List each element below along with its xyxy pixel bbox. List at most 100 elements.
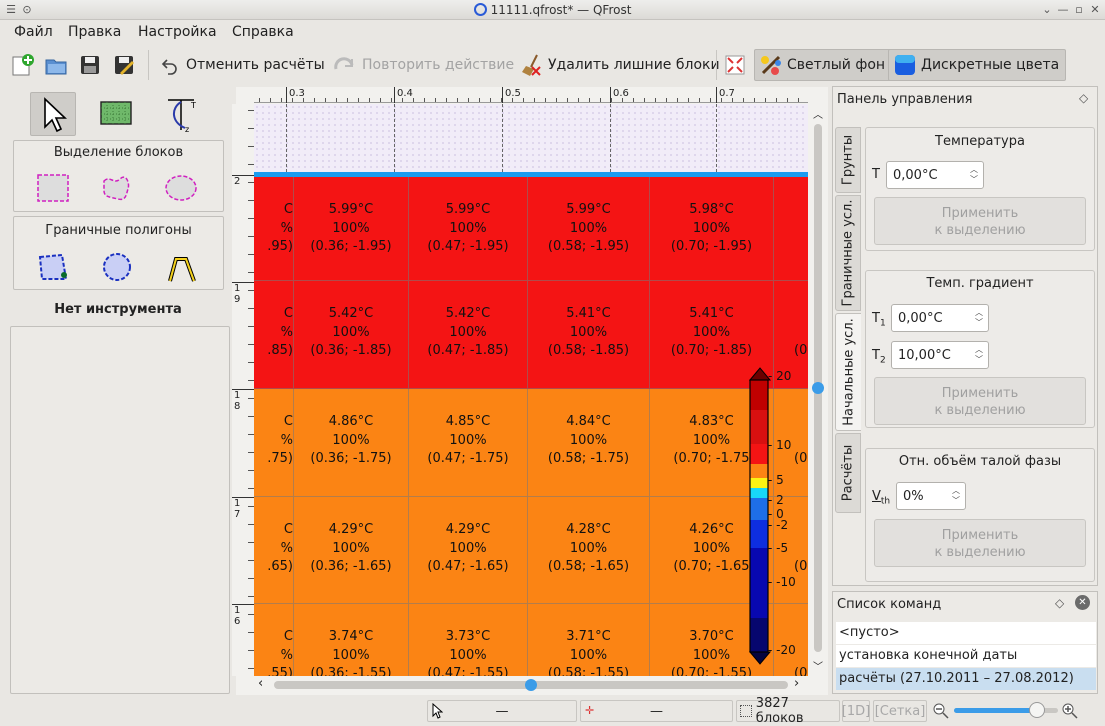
grid-block[interactable]: 5.42°C 100% (0.36; -1.85)	[294, 281, 409, 389]
scroll-up-icon[interactable]: ︿	[813, 106, 823, 121]
grid-block[interactable]: 4.28°C 100% (0.58; -1.65)	[528, 497, 650, 604]
gradient-apply-button[interactable]: Применить к выделению	[874, 377, 1086, 425]
grid-block[interactable]: C% .95)	[254, 177, 294, 281]
grid-block[interactable]: 4.29°C 100% (0.36; -1.65)	[294, 497, 409, 604]
grid-block[interactable]: 5.99°C 100% (0.58; -1.95)	[528, 177, 650, 281]
pointer-tool-button[interactable]	[30, 92, 76, 136]
menu-file[interactable]: Файл	[14, 24, 53, 40]
ruler-minor-tick	[325, 98, 326, 102]
curve-plot-tool-button[interactable]: Tz	[158, 92, 204, 136]
block-temperature: C	[283, 306, 293, 321]
t1-label-sub: 1	[879, 318, 886, 329]
zoom-out-icon[interactable]	[932, 702, 950, 720]
shade-icon[interactable]: ⌄	[1040, 3, 1054, 16]
ruler-minor-tick	[699, 98, 700, 102]
redo-button[interactable]: Повторить действие	[332, 49, 514, 81]
close-icon[interactable]: ✕	[1075, 595, 1090, 610]
open-file-button[interactable]	[44, 49, 70, 81]
grid-block[interactable]: 4.85°C 100% (0.47; -1.75)	[409, 389, 528, 497]
scroll-left-icon[interactable]: ‹	[258, 676, 263, 691]
fit-view-button[interactable]	[724, 49, 748, 81]
lasso-select-icon[interactable]	[100, 173, 134, 205]
grid-block[interactable]: C% .85)	[254, 281, 294, 389]
save-button[interactable]	[78, 49, 104, 81]
grid-block[interactable]: C% .55)	[254, 604, 294, 676]
thaw-volume-spinbox[interactable]: 0% ︿ ﹀	[896, 482, 966, 510]
grid-block[interactable]: 5.99°C 100% (0.47; -1.95)	[409, 177, 528, 281]
save-as-button[interactable]	[112, 49, 138, 81]
ruler-minor-tick	[743, 98, 744, 102]
polyline-tool-icon[interactable]	[164, 251, 198, 283]
vertical-scroll-handle[interactable]	[812, 382, 824, 394]
tab-calculations-label: Расчёты	[840, 444, 856, 502]
grid-block[interactable]: 5.42°C 100% (0.47; -1.85)	[409, 281, 528, 389]
light-background-toggle[interactable]: Светлый фон	[754, 49, 893, 81]
grid-block[interactable]: 3.74°C 100% (0.36; -1.55)	[294, 604, 409, 676]
grid-block[interactable]: 4.86°C 100% (0.36; -1.75)	[294, 389, 409, 497]
horizontal-scroll-handle[interactable]	[525, 679, 537, 691]
block-coords	[794, 238, 808, 257]
menu-edit[interactable]: Правка	[68, 24, 121, 40]
grid-block[interactable]: 4.84°C 100% (0.58; -1.75)	[528, 389, 650, 497]
tab-calculations[interactable]: Расчёты	[835, 433, 861, 513]
ruler-minor-tick	[721, 98, 722, 102]
grid-block[interactable]: C% .65)	[254, 497, 294, 604]
rect-select-icon[interactable]	[36, 173, 70, 205]
temperature-spinbox[interactable]: 0,00°C ︿ ﹀	[886, 161, 984, 189]
close-icon[interactable]: ✕	[1088, 3, 1102, 16]
command-item[interactable]: установка конечной даты	[836, 645, 1096, 667]
tab-boundary[interactable]: Граничные усл.	[835, 195, 861, 311]
float-icon[interactable]: ◇	[1055, 596, 1064, 610]
grid-block[interactable]: 4.29°C 100% (0.47; -1.65)	[409, 497, 528, 604]
polygon-tool-icon[interactable]	[36, 251, 70, 283]
broom-icon	[522, 54, 541, 76]
minimize-icon[interactable]: —	[1056, 3, 1070, 16]
block-coords: (0.47; -1.75)	[427, 451, 509, 466]
tab-soils[interactable]: Грунты	[835, 127, 861, 193]
thaw-volume-apply-button[interactable]: Применить к выделению	[874, 519, 1086, 567]
t1-spinbox[interactable]: 0,00°C ︿ ﹀	[891, 304, 989, 332]
spin-arrows-icon[interactable]: ︿ ﹀	[950, 486, 962, 506]
grid-block[interactable]: 3.73°C 100% (0.47; -1.55)	[409, 604, 528, 676]
grid-block[interactable]	[774, 177, 808, 281]
command-item-selected[interactable]: расчёты (27.10.2011 – 27.08.2012)	[836, 668, 1096, 690]
zoom-in-icon[interactable]	[1061, 702, 1079, 720]
tab-initial[interactable]: Начальные усл.	[835, 313, 861, 431]
block-tool-button[interactable]	[94, 92, 140, 136]
command-item[interactable]: <пусто>	[836, 622, 1096, 644]
model-canvas[interactable]: C% .95) 5.99°C 100% (0.36; -1.95) 5.99°C 100% (…	[254, 104, 808, 676]
block-temperature: 5.41°C	[689, 306, 734, 321]
spin-arrows-icon[interactable]: ︿ ﹀	[973, 345, 985, 365]
grid-block[interactable]: 5.98°C 100% (0.70; -1.95)	[650, 177, 774, 281]
vertical-scrollbar[interactable]: ︿ ﹀	[810, 104, 826, 676]
circle-polygon-icon[interactable]	[100, 251, 134, 283]
horizontal-scrollbar[interactable]: ‹ ›	[254, 676, 808, 693]
spin-arrows-icon[interactable]: ︿ ﹀	[973, 308, 985, 328]
block-info: C% .65)	[254, 521, 293, 577]
ellipse-select-icon[interactable]	[164, 173, 198, 205]
grid-block[interactable]: 5.99°C 100% (0.36; -1.95)	[294, 177, 409, 281]
menu-settings[interactable]: Настройка	[138, 24, 217, 40]
spin-arrows-icon[interactable]: ︿ ﹀	[968, 165, 980, 185]
menu-help[interactable]: Справка	[232, 24, 294, 40]
grid-block[interactable]: 3.71°C 100% (0.58; -1.55)	[528, 604, 650, 676]
tools-panel: Tz Выделение блоков Граничные полигоны Н…	[6, 88, 230, 694]
block-info: 4.29°C 100% (0.47; -1.65)	[409, 521, 527, 577]
temperature-apply-button[interactable]: Применить к выделению	[874, 197, 1086, 245]
maximize-icon[interactable]: ▫	[1072, 3, 1086, 16]
block-thaw-volume: 100%	[449, 432, 487, 448]
scroll-right-icon[interactable]: ›	[794, 676, 799, 691]
grid-block[interactable]: 5.41°C 100% (0.58; -1.85)	[528, 281, 650, 389]
new-file-button[interactable]	[10, 49, 36, 81]
remove-blocks-button[interactable]: Удалить лишние блоки	[520, 49, 720, 81]
zoom-slider-handle[interactable]	[1029, 702, 1046, 718]
grid-block[interactable]: C% .75)	[254, 389, 294, 497]
zoom-slider-track[interactable]	[954, 702, 1058, 718]
t1-label: T1	[872, 311, 886, 329]
t2-spinbox[interactable]: 10,00°C ︿ ﹀	[891, 341, 989, 369]
discrete-colors-toggle[interactable]: Дискретные цвета	[888, 49, 1067, 81]
undo-button[interactable]: Отменить расчёты	[160, 49, 325, 81]
float-icon[interactable]: ◇	[1079, 91, 1088, 105]
scroll-down-icon[interactable]: ﹀	[813, 658, 823, 673]
ruler-minor-tick	[292, 98, 293, 102]
